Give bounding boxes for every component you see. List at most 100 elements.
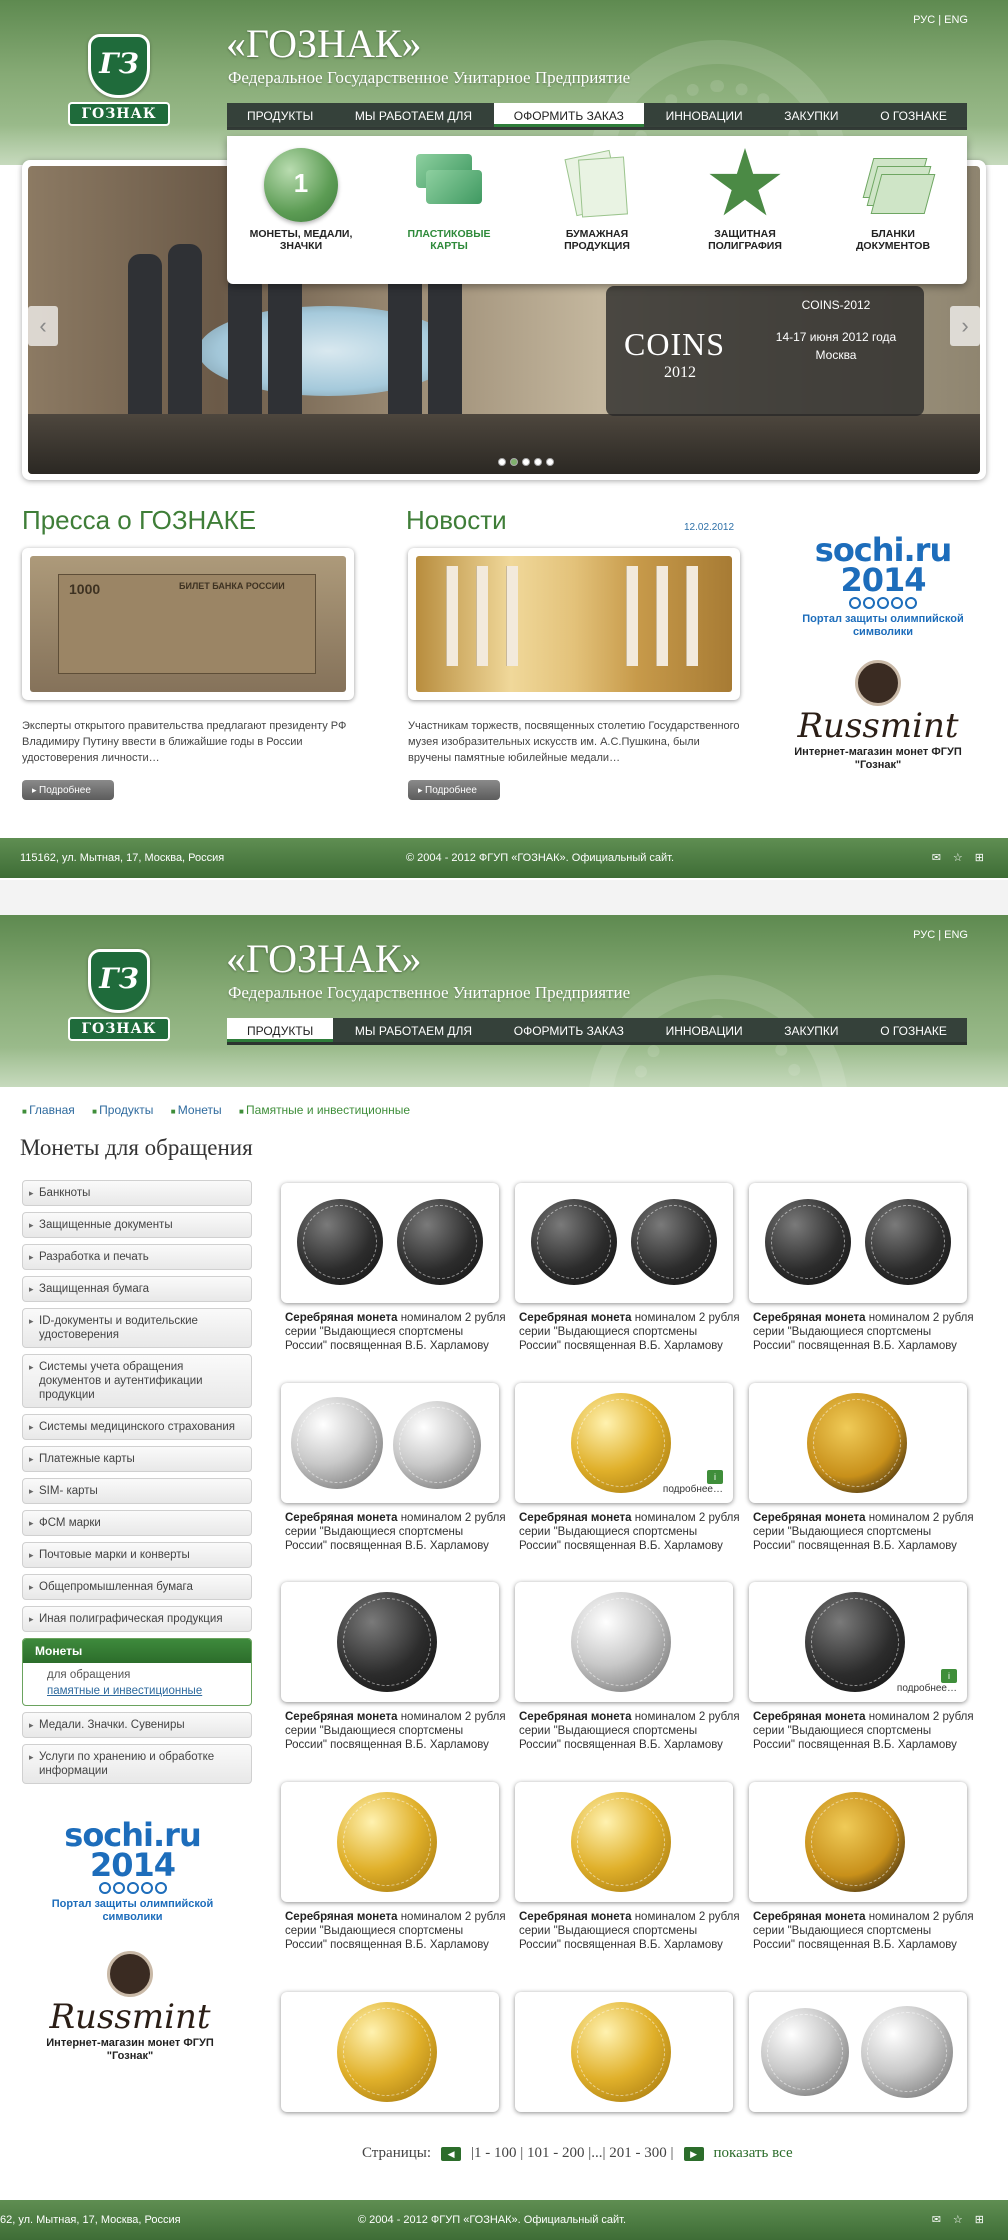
nav-we-work-for[interactable]: МЫ РАБОТАЕМ ДЛЯ [335,1018,492,1042]
coin-card[interactable] [749,1183,967,1303]
sidebar-item-id-documents[interactable]: ID-документы и водительские удостоверени… [22,1308,252,1348]
footer: 62, ул. Мытная, 17, Москва, Россия © 200… [0,2200,1008,2240]
sidebar-item-industrial-paper[interactable]: Общепромышленная бумага [22,1574,252,1600]
coin-card[interactable] [281,1582,499,1702]
coin-card[interactable]: i подробнее… [749,1582,967,1702]
footer-copyright: © 2004 - 2012 ФГУП «ГОЗНАК». Официальный… [358,2214,627,2226]
sidebar-item-storage-services[interactable]: Услуги по хранению и обработке информаци… [22,1744,252,1784]
coin-card[interactable] [281,1383,499,1503]
sidebar-item-banknotes[interactable]: Банкноты [22,1180,252,1206]
news-more-button[interactable]: Подробнее [408,780,500,800]
coin-card[interactable] [515,1782,733,1902]
nav-place-order[interactable]: ОФОРМИТЬ ЗАКАЗ [494,1018,644,1042]
nav-purchases[interactable]: ЗАКУПКИ [764,1018,858,1042]
sidebar-item-protected-docs[interactable]: Защищенные документы [22,1212,252,1238]
coin-card[interactable] [749,1383,967,1503]
show-all-link[interactable]: показать все [714,2145,793,2162]
press-title: Пресса о ГОЗНАКЕ [22,505,257,535]
coin-card[interactable] [515,1992,733,2112]
sidebar-subitem-commemorative[interactable]: памятные и инвестиционные [23,1683,251,1705]
nav-innovations[interactable]: ИННОВАЦИИ [646,103,763,127]
mail-icon[interactable]: ✉ [932,2200,941,2240]
page-ranges[interactable]: |1 - 100 | 101 - 200 |...| 201 - 300 | [471,2145,674,2162]
coin-more-link[interactable]: i подробнее… [663,1470,723,1495]
sidebar-item-medical-insurance[interactable]: Системы медицинского страхования [22,1414,252,1440]
sitemap-icon[interactable]: ⊞ [975,838,984,878]
press-more-button[interactable]: Подробнее [22,780,114,800]
breadcrumb-home[interactable]: Главная [22,1103,75,1117]
sidebar-item-sim-cards[interactable]: SIM- карты [22,1478,252,1504]
dropdown-item-coins[interactable]: 1 МОНЕТЫ, МЕДАЛИ, ЗНАЧКИ [241,148,361,284]
dropdown-item-security-printing[interactable]: ЗАЩИТНАЯ ПОЛИГРАФИЯ [685,148,805,284]
coin-description: Серебряная монета номиналом 2 рубля сери… [519,1711,740,1751]
coin-card[interactable] [281,1782,499,1902]
coin-description: Серебряная монета номиналом 2 рубля сери… [753,1312,974,1352]
goznak-logo[interactable]: ГЗ ГОЗНАК [68,34,170,132]
dropdown-item-plastic-cards[interactable]: ПЛАСТИКОВЫЕ КАРТЫ [389,148,509,284]
slider-next-icon[interactable]: › [950,306,980,346]
breadcrumb-products[interactable]: Продукты [92,1103,153,1117]
order-dropdown-menu: 1 МОНЕТЫ, МЕДАЛИ, ЗНАЧКИ ПЛАСТИКОВЫЕ КАР… [227,136,967,284]
prev-page-icon[interactable]: ◀ [441,2146,462,2161]
slider-dot[interactable] [498,458,506,466]
goznak-logo[interactable]: ГЗ ГОЗНАК [68,949,170,1047]
coin-description: Серебряная монета номиналом 2 рубля сери… [285,1711,506,1751]
coin-card[interactable]: i подробнее… [515,1383,733,1503]
lang-ru-link[interactable]: РУС [913,929,935,941]
nav-about[interactable]: О ГОЗНАКЕ [860,103,967,127]
russmint-banner[interactable]: Russmint Интернет-магазин монет ФГУП "Го… [788,660,968,772]
breadcrumb-current[interactable]: Памятные и инвестиционные [239,1103,410,1117]
sidebar-subitem-circulation[interactable]: для обращения [23,1663,251,1683]
lang-en-link[interactable]: ENG [944,14,968,26]
sidebar-item-security-paper[interactable]: Защищенная бумага [22,1276,252,1302]
nav-purchases[interactable]: ЗАКУПКИ [764,103,858,127]
russmint-logo: Russmint [49,1997,211,2037]
sidebar-item-postal[interactable]: Почтовые марки и конверты [22,1542,252,1568]
show-all-icon[interactable]: ▶ [683,2146,704,2161]
sitemap-icon[interactable]: ⊞ [975,2200,984,2240]
sochi-banner[interactable]: sochi.ru 2014 Портал защиты олимпийской … [30,1819,235,1924]
slider-dot[interactable] [534,458,542,466]
sidebar-item-tracking-systems[interactable]: Системы учета обращения документов и аут… [22,1354,252,1408]
slide-caption[interactable]: COINS-2012 COINS 2012 14-17 июня 2012 го… [606,286,924,416]
nav-about[interactable]: О ГОЗНАКЕ [860,1018,967,1042]
russmint-logo: Russmint [797,706,959,746]
dropdown-item-document-forms[interactable]: БЛАНКИ ДОКУМЕНТОВ [833,148,953,284]
nav-innovations[interactable]: ИННОВАЦИИ [646,1018,763,1042]
coin-more-link[interactable]: i подробнее… [897,1669,957,1694]
sochi-banner[interactable]: sochi.ru 2014 Портал защиты олимпийской … [788,534,978,639]
nav-products[interactable]: ПРОДУКТЫ [227,1018,334,1042]
emblem-icon [709,148,781,216]
coin-card[interactable] [281,1183,499,1303]
slider-dot[interactable] [510,458,518,466]
dropdown-item-paper[interactable]: БУМАЖНАЯ ПРОДУКЦИЯ [537,148,657,284]
nav-we-work-for[interactable]: МЫ РАБОТАЕМ ДЛЯ [335,103,492,127]
coin-card[interactable] [749,1782,967,1902]
russmint-banner[interactable]: Russmint Интернет-магазин монет ФГУП "Го… [40,1951,220,2063]
press-teaser: Эксперты открытого правительства предлаг… [22,720,347,764]
nav-products[interactable]: ПРОДУКТЫ [227,103,333,127]
sidebar-group-title[interactable]: Монеты [23,1639,251,1663]
breadcrumb-coins[interactable]: Монеты [171,1103,222,1117]
star-icon[interactable]: ☆ [953,2200,963,2240]
sidebar-item-other-printing[interactable]: Иная полиграфическая продукция [22,1606,252,1632]
documents-icon [856,148,936,222]
nav-place-order[interactable]: ОФОРМИТЬ ЗАКАЗ [493,103,644,127]
coin-card[interactable] [281,1992,499,2112]
lang-en-link[interactable]: ENG [944,929,968,941]
slider-prev-icon[interactable]: ‹ [28,306,58,346]
coin-card[interactable] [749,1992,967,2112]
star-icon[interactable]: ☆ [953,838,963,878]
coin-card[interactable] [515,1582,733,1702]
mail-icon[interactable]: ✉ [932,838,941,878]
sidebar-item-medals[interactable]: Медали. Значки. Сувениры [22,1712,252,1738]
sidebar-item-payment-cards[interactable]: Платежные карты [22,1446,252,1472]
sidebar-item-fsm-marks[interactable]: ФСМ марки [22,1510,252,1536]
lang-ru-link[interactable]: РУС [913,14,935,26]
slider-dot[interactable] [546,458,554,466]
coin-card[interactable] [515,1183,733,1303]
press-image[interactable]: 1000 БИЛЕТ БАНКА РОССИИ [22,548,354,700]
slider-dot[interactable] [522,458,530,466]
news-image[interactable] [408,548,740,700]
sidebar-item-development[interactable]: Разработка и печать [22,1244,252,1270]
